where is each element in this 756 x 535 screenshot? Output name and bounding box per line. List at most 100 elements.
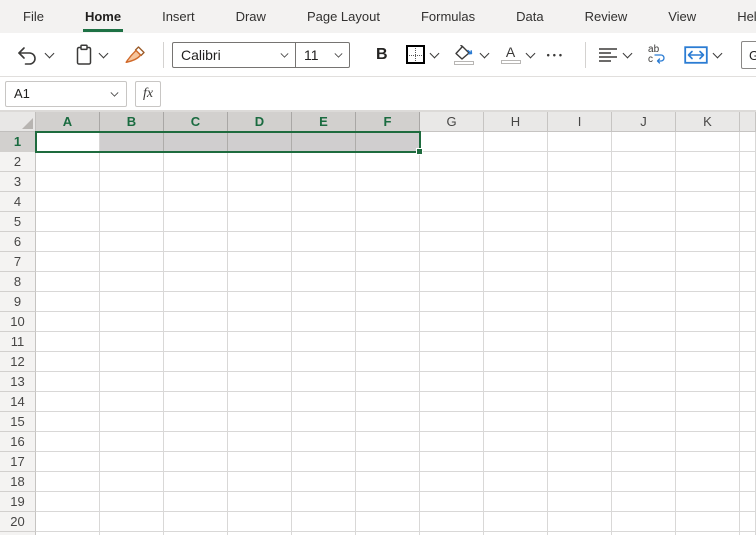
- cell-J14[interactable]: [612, 392, 676, 412]
- column-header-A[interactable]: A: [36, 112, 100, 132]
- column-header-H[interactable]: H: [484, 112, 548, 132]
- cell-A9[interactable]: [36, 292, 100, 312]
- cell-B16[interactable]: [100, 432, 164, 452]
- cell-C1[interactable]: [164, 132, 228, 152]
- row-header-16[interactable]: 16: [0, 432, 36, 452]
- cell-G19[interactable]: [420, 492, 484, 512]
- cell-G18[interactable]: [420, 472, 484, 492]
- cell-I7[interactable]: [548, 252, 612, 272]
- cell-K8[interactable]: [676, 272, 740, 292]
- cell-F6[interactable]: [356, 232, 420, 252]
- cell-E13[interactable]: [292, 372, 356, 392]
- cell-H19[interactable]: [484, 492, 548, 512]
- cell-D2[interactable]: [228, 152, 292, 172]
- cell-C13[interactable]: [164, 372, 228, 392]
- row-header-15[interactable]: 15: [0, 412, 36, 432]
- cell-G16[interactable]: [420, 432, 484, 452]
- cell-B14[interactable]: [100, 392, 164, 412]
- cell-partial-row-10[interactable]: [740, 312, 756, 332]
- cell-C12[interactable]: [164, 352, 228, 372]
- cell-J13[interactable]: [612, 372, 676, 392]
- cell-I2[interactable]: [548, 152, 612, 172]
- column-header-D[interactable]: D: [228, 112, 292, 132]
- cell-G1[interactable]: [420, 132, 484, 152]
- cell-C11[interactable]: [164, 332, 228, 352]
- cell-D18[interactable]: [228, 472, 292, 492]
- row-header-10[interactable]: 10: [0, 312, 36, 332]
- cell-G9[interactable]: [420, 292, 484, 312]
- cell-B1[interactable]: [100, 132, 164, 152]
- cell-J5[interactable]: [612, 212, 676, 232]
- cell-C9[interactable]: [164, 292, 228, 312]
- cell-E4[interactable]: [292, 192, 356, 212]
- row-header-20[interactable]: 20: [0, 512, 36, 532]
- cell-H11[interactable]: [484, 332, 548, 352]
- cell-G12[interactable]: [420, 352, 484, 372]
- cell-D14[interactable]: [228, 392, 292, 412]
- cell-F13[interactable]: [356, 372, 420, 392]
- cell-B20[interactable]: [100, 512, 164, 532]
- cell-J17[interactable]: [612, 452, 676, 472]
- cell-D13[interactable]: [228, 372, 292, 392]
- cell-H1[interactable]: [484, 132, 548, 152]
- cell-G5[interactable]: [420, 212, 484, 232]
- cell-A15[interactable]: [36, 412, 100, 432]
- cell-B17[interactable]: [100, 452, 164, 472]
- cell-J19[interactable]: [612, 492, 676, 512]
- column-header-partial[interactable]: [740, 112, 756, 132]
- cell-C4[interactable]: [164, 192, 228, 212]
- font-color-button[interactable]: A: [501, 46, 535, 64]
- cell-G20[interactable]: [420, 512, 484, 532]
- cell-C6[interactable]: [164, 232, 228, 252]
- cell-A17[interactable]: [36, 452, 100, 472]
- cell-A2[interactable]: [36, 152, 100, 172]
- cell-J20[interactable]: [612, 512, 676, 532]
- cell-partial-row-18[interactable]: [740, 472, 756, 492]
- cell-K15[interactable]: [676, 412, 740, 432]
- cell-G14[interactable]: [420, 392, 484, 412]
- ribbon-tab-home[interactable]: Home: [83, 0, 123, 33]
- ribbon-tab-review[interactable]: Review: [583, 0, 630, 33]
- cell-G8[interactable]: [420, 272, 484, 292]
- alignment-button[interactable]: [598, 47, 632, 63]
- row-header-8[interactable]: 8: [0, 272, 36, 292]
- cell-K11[interactable]: [676, 332, 740, 352]
- row-header-9[interactable]: 9: [0, 292, 36, 312]
- cell-F4[interactable]: [356, 192, 420, 212]
- ribbon-tab-draw[interactable]: Draw: [234, 0, 268, 33]
- cell-H18[interactable]: [484, 472, 548, 492]
- cell-J2[interactable]: [612, 152, 676, 172]
- cell-D10[interactable]: [228, 312, 292, 332]
- cell-A5[interactable]: [36, 212, 100, 232]
- cell-H10[interactable]: [484, 312, 548, 332]
- column-header-G[interactable]: G: [420, 112, 484, 132]
- cell-F3[interactable]: [356, 172, 420, 192]
- row-header-2[interactable]: 2: [0, 152, 36, 172]
- cell-F18[interactable]: [356, 472, 420, 492]
- ribbon-tab-insert[interactable]: Insert: [160, 0, 197, 33]
- cell-K9[interactable]: [676, 292, 740, 312]
- cell-E12[interactable]: [292, 352, 356, 372]
- cell-A18[interactable]: [36, 472, 100, 492]
- cell-E8[interactable]: [292, 272, 356, 292]
- cell-I5[interactable]: [548, 212, 612, 232]
- cell-K7[interactable]: [676, 252, 740, 272]
- column-header-K[interactable]: K: [676, 112, 740, 132]
- ribbon-tab-view[interactable]: View: [666, 0, 698, 33]
- cell-A4[interactable]: [36, 192, 100, 212]
- cell-G13[interactable]: [420, 372, 484, 392]
- cell-J11[interactable]: [612, 332, 676, 352]
- cell-F19[interactable]: [356, 492, 420, 512]
- column-header-F[interactable]: F: [356, 112, 420, 132]
- row-header-7[interactable]: 7: [0, 252, 36, 272]
- cell-D5[interactable]: [228, 212, 292, 232]
- cell-A20[interactable]: [36, 512, 100, 532]
- cell-A12[interactable]: [36, 352, 100, 372]
- cell-partial-row-3[interactable]: [740, 172, 756, 192]
- cell-partial-row-14[interactable]: [740, 392, 756, 412]
- font-size-select[interactable]: 11: [296, 42, 350, 68]
- cell-partial-row-2[interactable]: [740, 152, 756, 172]
- cell-B15[interactable]: [100, 412, 164, 432]
- cell-J1[interactable]: [612, 132, 676, 152]
- cell-D12[interactable]: [228, 352, 292, 372]
